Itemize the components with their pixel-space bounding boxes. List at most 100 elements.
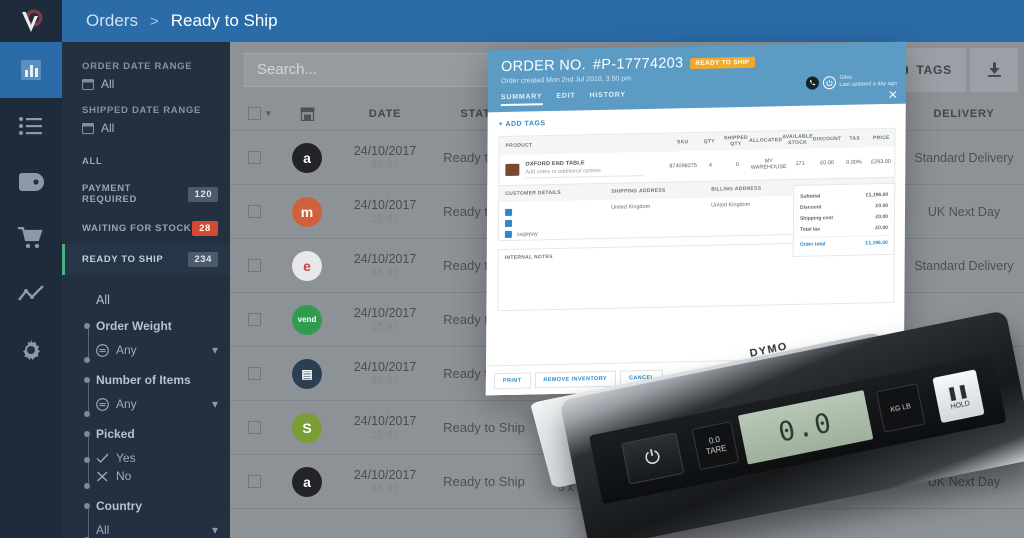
row-date-text: 24/10/2017 — [353, 144, 417, 159]
top-breadcrumb-bar: Orders > Ready to Ship — [62, 0, 1024, 42]
sidebar-item-all[interactable]: ALL — [62, 148, 230, 175]
tags-label: TAGS — [916, 62, 952, 77]
payment-method: sagepay — [516, 230, 538, 238]
credit-card-icon — [504, 230, 512, 239]
row-select-cell[interactable] — [230, 475, 276, 488]
status-nav-label: PAYMENT REQUIRED — [82, 183, 137, 205]
row-date: 24/10/2017 15:47 — [338, 414, 432, 440]
row-date-text: 24/10/2017 — [353, 198, 417, 213]
row-date: 24/10/2017 15:47 — [338, 306, 432, 332]
total-label: Shipping cost — [799, 214, 834, 222]
dymo-scale-photo: DYMO ⏻ 0.0 TARE 0.0 KG LB ❚❚ HOLD — [530, 262, 1024, 538]
total-value: £0.00 — [875, 202, 889, 209]
row-channel: a — [276, 466, 338, 497]
product-note-input[interactable]: Add notes or additional options — [525, 166, 644, 179]
row-checkbox[interactable] — [248, 421, 261, 434]
discount-col-header: DISCOUNT — [812, 135, 842, 143]
order-no-value: #P-17774203 — [592, 55, 684, 74]
search-placeholder: Search... — [257, 61, 318, 78]
row-time-text: 15:47 — [371, 374, 399, 387]
total-value: £0.00 — [875, 224, 888, 231]
scale-tare-button[interactable]: 0.0 TARE — [691, 421, 740, 471]
sidebar-item-payment-required[interactable]: PAYMENT REQUIRED 120 — [62, 175, 230, 213]
product-col-header: PRODUCT — [505, 142, 533, 149]
row-select-cell[interactable] — [230, 205, 276, 218]
sidebar-item-orders[interactable] — [0, 98, 62, 154]
scale-tare-label: TARE — [705, 443, 728, 457]
sidebar-item-reports[interactable] — [0, 266, 62, 322]
phone-icon[interactable] — [805, 76, 819, 90]
row-select-cell[interactable] — [230, 151, 276, 164]
filter-country-select[interactable]: All ▾ — [96, 521, 218, 538]
sidebar-item-dashboard[interactable] — [0, 42, 62, 98]
row-checkbox[interactable] — [248, 367, 261, 380]
total-row-total-tax: Total tax £0.00 — [800, 222, 888, 235]
sidebar-item-settings[interactable] — [0, 322, 62, 378]
scale-body: DYMO ⏻ 0.0 TARE 0.0 KG LB ❚❚ HOLD — [559, 310, 1024, 538]
close-icon[interactable]: ✕ — [888, 88, 898, 102]
sidebar-item-ready-to-ship[interactable]: READY TO SHIP 234 — [62, 244, 230, 275]
tab-history[interactable]: HISTORY — [589, 91, 626, 104]
breadcrumb-separator: > — [149, 12, 159, 30]
row-date-text: 24/10/2017 — [353, 252, 417, 267]
scale-unit-button[interactable]: KG LB — [875, 383, 926, 433]
gear-icon — [23, 340, 40, 360]
select-all-checkbox[interactable] — [248, 107, 261, 120]
row-checkbox[interactable] — [248, 259, 261, 272]
status-badge: 234 — [188, 252, 218, 267]
modal-print-button[interactable]: PRINT — [493, 371, 531, 389]
sidebar-item-products[interactable] — [0, 154, 62, 210]
scale-power-button[interactable]: ⏻ — [621, 432, 685, 485]
sidebar-item-purchasing[interactable] — [0, 210, 62, 266]
row-checkbox[interactable] — [248, 205, 261, 218]
row-checkbox[interactable] — [248, 151, 261, 164]
row-checkbox[interactable] — [248, 475, 261, 488]
filter-number-of-items-select[interactable]: Any ▾ — [96, 395, 218, 413]
chevron-down-icon[interactable]: ▾ — [266, 108, 271, 119]
filter-picked-yes[interactable]: Yes — [96, 449, 218, 467]
delivery-column-header[interactable]: DELIVERY — [904, 108, 1024, 120]
shipped-date-range-value[interactable]: All — [62, 119, 230, 142]
row-channel: m — [276, 196, 338, 227]
tag-icon — [19, 173, 44, 191]
row-channel: a — [276, 142, 338, 173]
breadcrumb-root[interactable]: Orders — [86, 11, 138, 31]
power-icon[interactable] — [822, 75, 836, 90]
total-value: £1,196.00 — [865, 191, 889, 198]
scale-lcd-display: 0.0 — [737, 390, 874, 465]
row-select-cell[interactable] — [230, 367, 276, 380]
select-all-cell[interactable]: ▾ — [230, 107, 276, 120]
download-button[interactable] — [970, 47, 1018, 92]
tab-summary[interactable]: SUMMARY — [500, 93, 543, 107]
filter-order-weight-select[interactable]: Any ▾ — [96, 341, 218, 359]
order-date-range-value[interactable]: All — [62, 75, 230, 98]
close-icon — [97, 471, 108, 481]
date-column-header[interactable]: DATE — [338, 108, 432, 120]
internal-notes-label: INTERNAL NOTES — [504, 254, 553, 262]
row-date: 24/10/2017 15:47 — [338, 468, 432, 494]
chevron-down-icon: ▾ — [211, 397, 218, 411]
add-tags-button[interactable]: + ADD TAGS — [499, 113, 896, 128]
row-select-cell[interactable] — [230, 259, 276, 272]
row-checkbox[interactable] — [248, 313, 261, 326]
amazon-icon: a — [292, 466, 322, 497]
row-select-cell[interactable] — [230, 313, 276, 326]
row-select-cell[interactable] — [230, 421, 276, 434]
shipping-address-header: SHIPPING ADDRESS — [611, 187, 666, 195]
available-stock-col-header: AVAILABLE STOCK — [782, 133, 813, 147]
row-date-text: 24/10/2017 — [353, 306, 417, 321]
sidebar-item-waiting-for-stock[interactable]: WAITING FOR STOCK 28 — [62, 213, 230, 244]
filter-list: All Order Weight Any ▾ Number of Items A… — [62, 275, 230, 538]
row-time-text: 15:47 — [371, 266, 399, 279]
filter-value: Any — [116, 397, 137, 411]
calendar-icon — [82, 78, 94, 90]
product-available-stock: 171 — [795, 160, 805, 167]
app-logo[interactable] — [0, 0, 62, 42]
row-time-text: 15:47 — [371, 482, 399, 495]
row-delivery: Standard Delivery — [914, 150, 1014, 165]
filter-all[interactable]: All — [62, 289, 230, 319]
scale-hold-button[interactable]: ❚❚ HOLD — [932, 369, 985, 424]
filter-picked-no[interactable]: No — [96, 467, 218, 485]
allocated-col-header: ALLOCATED — [749, 137, 783, 144]
tab-edit[interactable]: EDIT — [556, 93, 575, 105]
